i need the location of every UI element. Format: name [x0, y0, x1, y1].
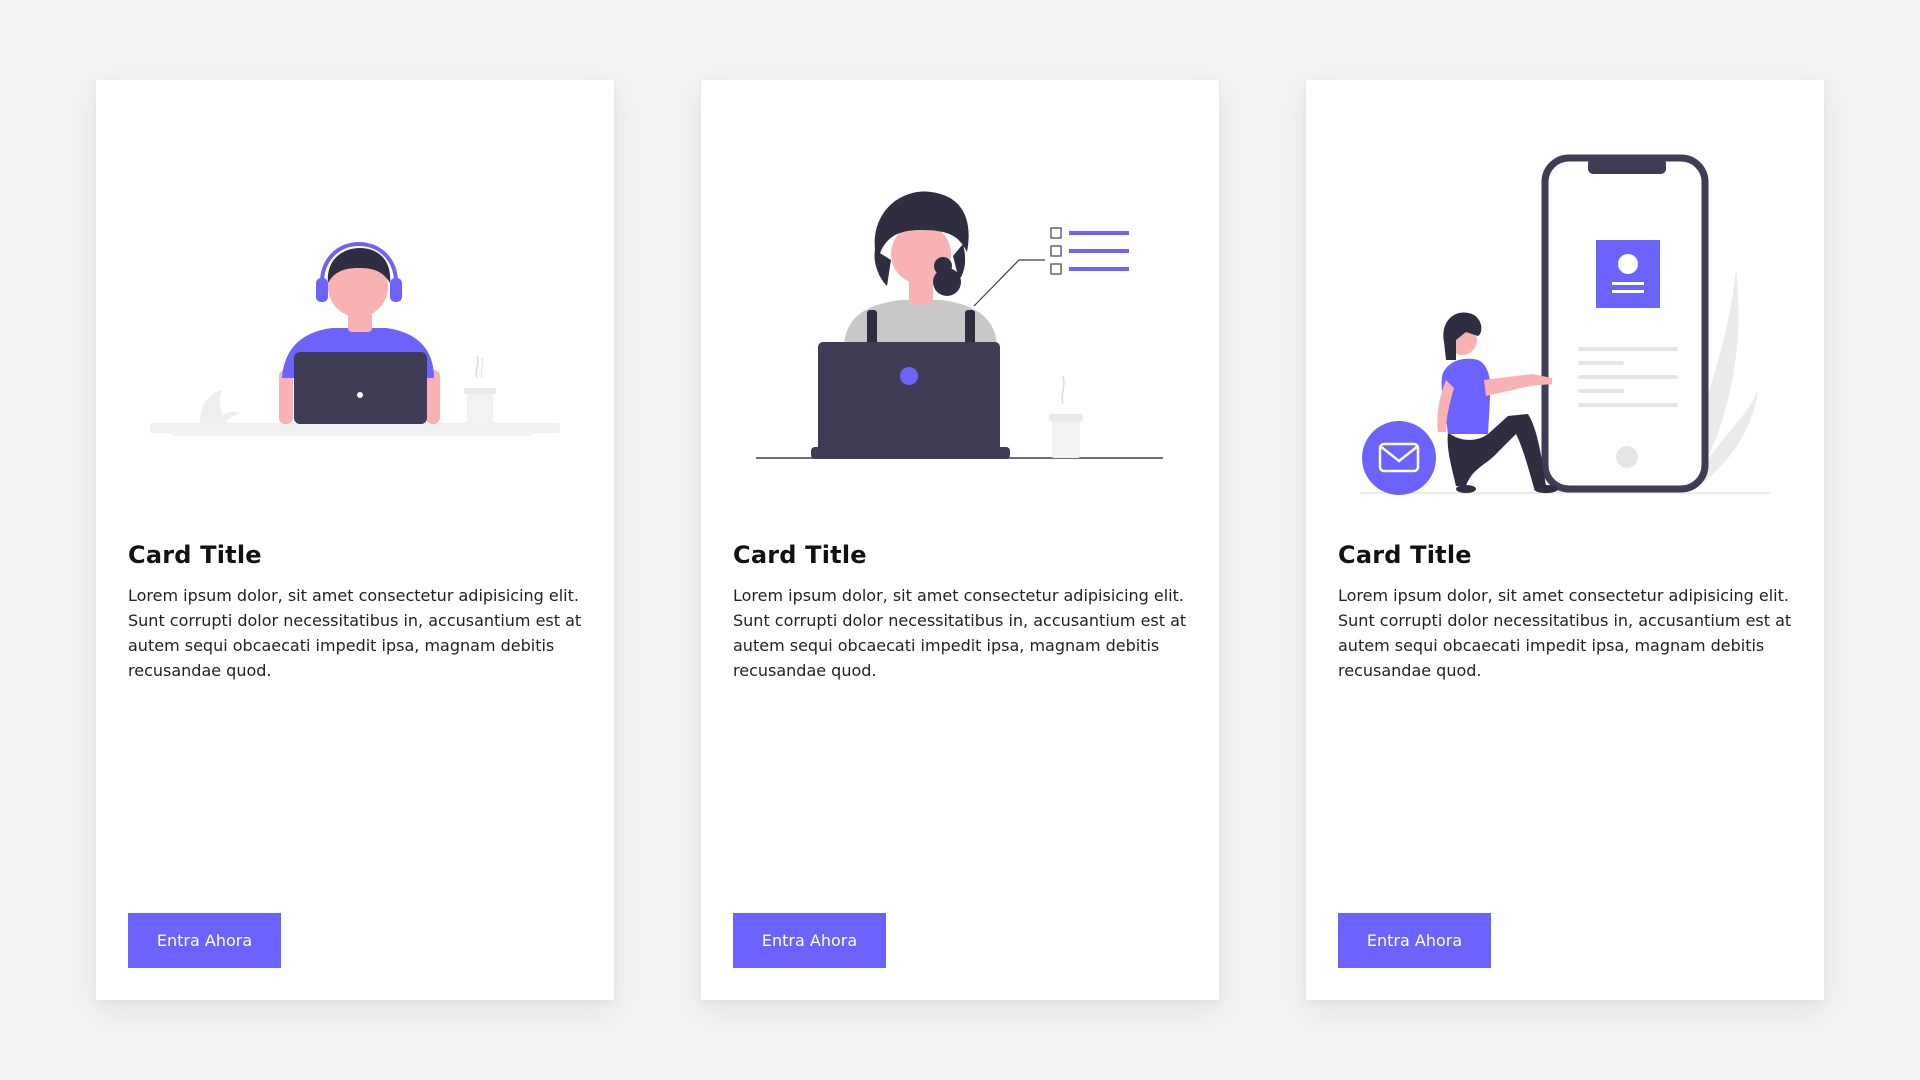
card: Card Title Lorem ipsum dolor, sit amet c… — [96, 80, 614, 1000]
card-grid: Card Title Lorem ipsum dolor, sit amet c… — [0, 0, 1920, 1080]
card-description: Lorem ipsum dolor, sit amet consectetur … — [128, 586, 582, 680]
enter-now-button[interactable]: Entra Ahora — [733, 913, 886, 968]
person-headphones-laptop-illustration — [96, 80, 614, 540]
enter-now-button[interactable]: Entra Ahora — [1338, 913, 1491, 968]
enter-now-button[interactable]: Entra Ahora — [128, 913, 281, 968]
person-phone-mail-illustration — [1306, 80, 1824, 540]
card-description: Lorem ipsum dolor, sit amet consectetur … — [733, 586, 1187, 680]
card-description: Lorem ipsum dolor, sit amet consectetur … — [1338, 586, 1792, 680]
card-title: Card Title — [1338, 541, 1472, 569]
card-title: Card Title — [128, 541, 262, 569]
card: Card Title Lorem ipsum dolor, sit amet c… — [701, 80, 1219, 1000]
card-title: Card Title — [733, 541, 867, 569]
card: Card Title Lorem ipsum dolor, sit amet c… — [1306, 80, 1824, 1000]
woman-laptop-checklist-illustration — [701, 80, 1219, 540]
